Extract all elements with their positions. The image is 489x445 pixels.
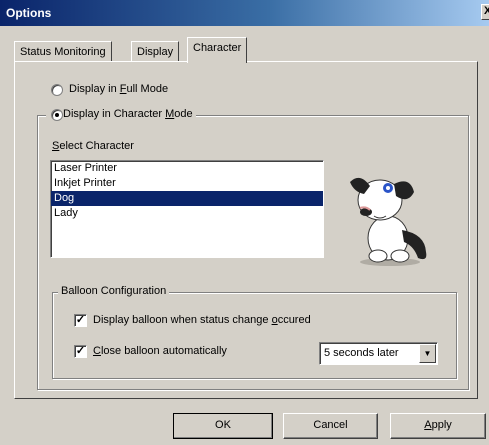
title-bar: Options xyxy=(0,0,489,26)
character-tab-panel xyxy=(14,61,478,399)
apply-button[interactable]: Apply xyxy=(390,413,486,439)
close-icon: X xyxy=(484,5,489,17)
ok-button[interactable]: OK xyxy=(173,413,273,439)
tab-label: Character xyxy=(193,42,242,54)
tab-character[interactable]: Character xyxy=(187,37,248,63)
close-button[interactable]: X xyxy=(481,4,489,20)
tab-display[interactable]: Display xyxy=(131,41,180,63)
cancel-button[interactable]: Cancel xyxy=(283,413,378,439)
window-title: Options xyxy=(6,6,52,20)
tab-label: Display xyxy=(137,46,174,58)
tab-label: Status Monitoring xyxy=(20,46,106,58)
tab-status-monitoring[interactable]: Status Monitoring xyxy=(14,41,112,63)
